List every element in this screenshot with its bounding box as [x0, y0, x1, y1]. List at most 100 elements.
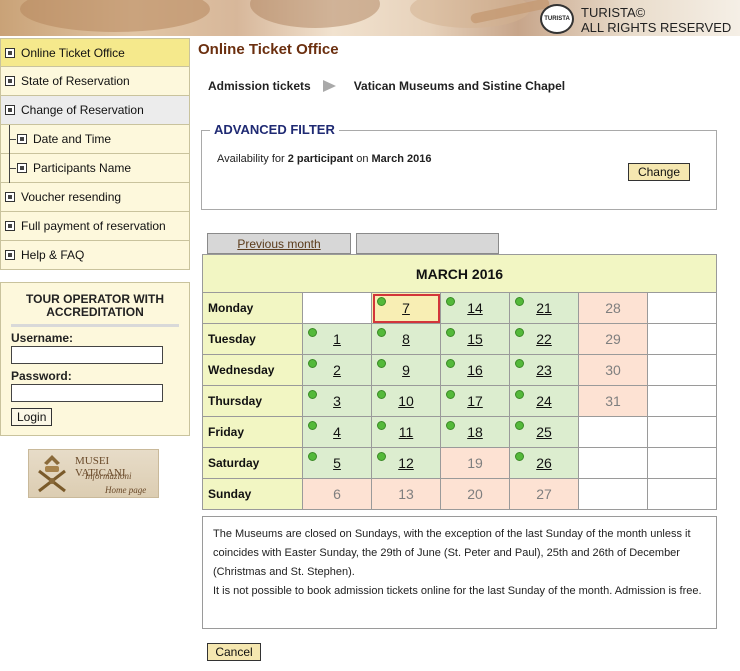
day-number-link[interactable]: 22 — [536, 331, 552, 347]
weekday-label: Sunday — [202, 478, 303, 510]
day-number-link[interactable]: 18 — [467, 424, 483, 440]
calendar-day-closed: 30 — [578, 354, 648, 386]
calendar-day-available[interactable]: 16 — [440, 354, 510, 386]
weekday-label: Thursday — [202, 385, 303, 417]
musei-vaticani-home-link[interactable]: MUSEI VATICANI Informazioni Home page — [28, 449, 159, 498]
sidebar-item-label: Help & FAQ — [21, 248, 85, 262]
calendar-day-available[interactable]: 10 — [371, 385, 441, 417]
day-number-link[interactable]: 16 — [467, 362, 483, 378]
calendar-day-empty — [647, 478, 717, 510]
change-filter-button[interactable]: Change — [628, 163, 690, 181]
calendar-day-available[interactable]: 12 — [371, 447, 441, 479]
previous-month-button[interactable]: Previous month — [207, 233, 351, 254]
weekday-label: Monday — [202, 292, 303, 324]
sidebar-item-participants-name[interactable]: Participants Name — [0, 153, 190, 183]
day-number-link[interactable]: 15 — [467, 331, 483, 347]
username-input[interactable] — [11, 346, 163, 364]
day-number-link[interactable]: 26 — [536, 455, 552, 471]
calendar-day-available[interactable]: 18 — [440, 416, 510, 448]
header-banner: TURISTA TURISTA© ALL RIGHTS RESERVED — [0, 0, 740, 36]
calendar-day-available[interactable]: 5 — [302, 447, 372, 479]
availability-dot-icon — [515, 297, 524, 306]
availability-dot-icon — [308, 390, 317, 399]
calendar-day-available[interactable]: 3 — [302, 385, 372, 417]
calendar-day-available[interactable]: 4 — [302, 416, 372, 448]
day-number-link[interactable]: 21 — [536, 300, 552, 316]
bullet-box-icon — [5, 250, 15, 260]
weekday-label: Friday — [202, 416, 303, 448]
day-number-link[interactable]: 24 — [536, 393, 552, 409]
musei-logo-subtitle: Informazioni — [85, 471, 132, 481]
availability-dot-icon — [308, 452, 317, 461]
sidebar-item-online-ticket-office[interactable]: Online Ticket Office — [0, 38, 190, 67]
tour-operator-title: TOUR OPERATOR WITH ACCREDITATION — [11, 293, 179, 327]
previous-month-link[interactable]: Previous month — [237, 237, 320, 251]
sidebar-item-change-of-reservation[interactable]: Change of Reservation — [0, 96, 190, 125]
calendar-day-available[interactable]: 1 — [302, 323, 372, 355]
calendar-day-available[interactable]: 9 — [371, 354, 441, 386]
availability-dot-icon — [377, 297, 386, 306]
sidebar-nav: Online Ticket Office State of Reservatio… — [0, 38, 190, 270]
calendar-day-available[interactable]: 17 — [440, 385, 510, 417]
calendar-day-closed: 13 — [371, 478, 441, 510]
calendar-day-empty — [578, 447, 648, 479]
day-number-link[interactable]: 3 — [333, 393, 341, 409]
calendar-day-available[interactable]: 11 — [371, 416, 441, 448]
day-number-link[interactable]: 11 — [399, 424, 414, 440]
password-input[interactable] — [11, 383, 163, 402]
day-number-link[interactable]: 2 — [333, 362, 341, 378]
day-number-link[interactable]: 5 — [333, 455, 341, 471]
musei-logo-homepage: Home page — [105, 485, 147, 495]
calendar-row: Sunday 6 13 20 27 — [202, 478, 717, 510]
next-month-button[interactable] — [356, 233, 499, 254]
museum-notice: The Museums are closed on Sundays, with … — [202, 516, 717, 629]
sidebar-item-full-payment[interactable]: Full payment of reservation — [0, 212, 190, 241]
day-number-link[interactable]: 10 — [398, 393, 414, 409]
login-button[interactable]: Login — [11, 408, 53, 426]
availability-dot-icon — [446, 421, 455, 430]
sidebar-item-help-faq[interactable]: Help & FAQ — [0, 241, 190, 270]
day-number-link[interactable]: 23 — [536, 362, 552, 378]
bullet-box-icon — [5, 192, 15, 202]
sidebar-item-label: Participants Name — [33, 161, 132, 175]
bullet-box-icon — [5, 221, 15, 231]
tree-connector-icon — [9, 153, 17, 183]
day-number-link[interactable]: 1 — [333, 331, 341, 347]
calendar-table: MARCH 2016 Monday 7 14 21 28 Tuesday 1 8 15 22 29 W… — [202, 254, 717, 510]
copyright-text: TURISTA© ALL RIGHTS RESERVED — [581, 5, 732, 35]
calendar-day-available[interactable]: 2 — [302, 354, 372, 386]
availability-text: Availability for 2 participant on March … — [217, 153, 432, 165]
calendar-day-available[interactable]: 26 — [509, 447, 579, 479]
calendar-day-closed: 27 — [509, 478, 579, 510]
day-number-link[interactable]: 17 — [467, 393, 483, 409]
day-number-link[interactable]: 9 — [402, 362, 410, 378]
calendar-day-available[interactable]: 15 — [440, 323, 510, 355]
availability-dot-icon — [377, 359, 386, 368]
day-number-link[interactable]: 4 — [333, 424, 341, 440]
sidebar-item-state-of-reservation[interactable]: State of Reservation — [0, 67, 190, 96]
banner-artwork — [250, 0, 380, 28]
calendar-day-closed: 6 — [302, 478, 372, 510]
calendar-day-available[interactable]: 14 — [440, 292, 510, 324]
turista-logo-icon: TURISTA — [540, 4, 574, 34]
availability-dot-icon — [377, 421, 386, 430]
calendar-day-available[interactable]: 21 — [509, 292, 579, 324]
calendar-day-available[interactable]: 25 — [509, 416, 579, 448]
day-number-link[interactable]: 25 — [536, 424, 552, 440]
calendar-day-available[interactable]: 8 — [371, 323, 441, 355]
cancel-button[interactable]: Cancel — [207, 643, 261, 661]
day-number-link[interactable]: 12 — [398, 455, 414, 471]
tree-connector-icon — [9, 124, 17, 154]
calendar-day-empty — [302, 292, 372, 324]
calendar-day-available[interactable]: 23 — [509, 354, 579, 386]
calendar-day-empty — [647, 323, 717, 355]
sidebar-item-label: Full payment of reservation — [21, 219, 166, 233]
calendar-day-available[interactable]: 22 — [509, 323, 579, 355]
day-number-link[interactable]: 8 — [402, 331, 410, 347]
sidebar-item-date-and-time[interactable]: Date and Time — [0, 124, 190, 154]
calendar-day-selected[interactable]: 7 — [371, 292, 441, 324]
day-number-link[interactable]: 14 — [467, 300, 483, 316]
day-number-link[interactable]: 7 — [402, 300, 410, 316]
sidebar-item-voucher-resending[interactable]: Voucher resending — [0, 183, 190, 212]
calendar-day-available[interactable]: 24 — [509, 385, 579, 417]
